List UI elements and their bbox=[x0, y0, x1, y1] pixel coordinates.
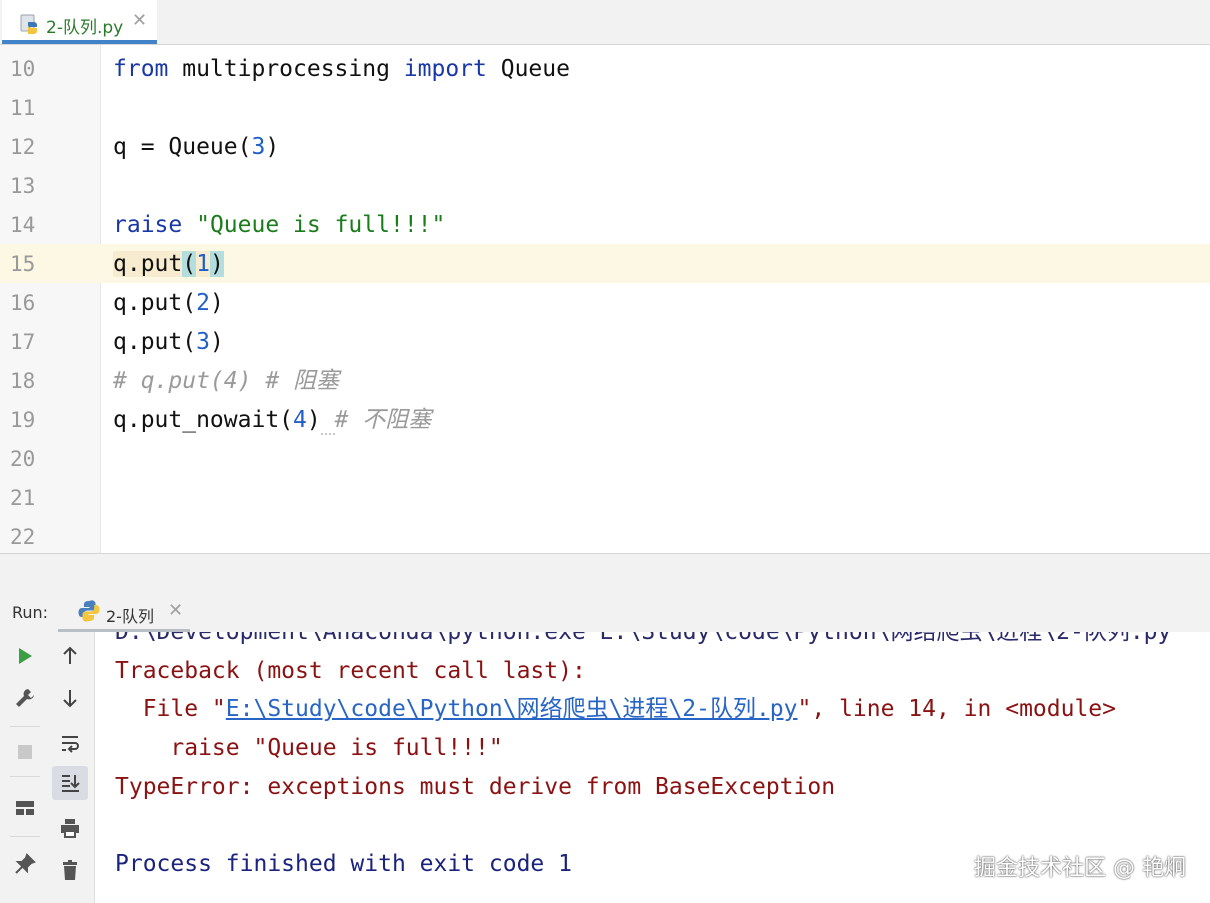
code-token: ) bbox=[265, 134, 280, 160]
layout-icon[interactable] bbox=[11, 794, 39, 822]
line-number: 17 bbox=[10, 330, 36, 354]
keyword: import bbox=[403, 56, 487, 82]
line-number: 16 bbox=[10, 291, 36, 315]
code-line: 18 # q.put(4) # 阻塞 bbox=[0, 361, 1210, 400]
matched-paren: ) bbox=[209, 251, 224, 277]
run-label: Run: bbox=[12, 603, 49, 622]
keyword: raise bbox=[113, 212, 183, 238]
code-token: ) bbox=[209, 329, 224, 355]
trash-icon[interactable] bbox=[56, 856, 84, 884]
wrench-icon[interactable] bbox=[11, 684, 39, 712]
code-text: q.put(2) bbox=[113, 290, 224, 316]
toolbar-divider bbox=[10, 726, 40, 727]
run-icon[interactable] bbox=[11, 642, 39, 670]
code-token: ) bbox=[306, 407, 321, 433]
down-arrow-icon[interactable] bbox=[56, 684, 84, 712]
matched-paren: ( bbox=[182, 251, 197, 277]
code-line: 22 bbox=[0, 517, 1210, 556]
code-line: 14 raise "Queue is full!!!" bbox=[0, 205, 1210, 244]
exit-status: Process finished with exit code 1 bbox=[115, 851, 572, 877]
python-file-icon bbox=[20, 14, 40, 38]
run-tool-window-header: Run: 2-队列 ✕ bbox=[0, 590, 1210, 632]
code-line: 17 q.put(3) bbox=[0, 322, 1210, 361]
run-tab-label: 2-队列 bbox=[106, 607, 154, 626]
editor-tab-bar: 2-队列.py ✕ bbox=[0, 0, 1210, 45]
code-line: 11 bbox=[0, 88, 1210, 127]
code-line: 19 q.put_nowait(4) # 不阻塞 bbox=[0, 400, 1210, 439]
module-name: multiprocessing bbox=[168, 56, 404, 82]
code-token: q.put bbox=[113, 251, 183, 277]
toolbar-divider bbox=[10, 836, 40, 837]
import-name: Queue bbox=[486, 56, 570, 82]
up-arrow-icon[interactable] bbox=[56, 642, 84, 670]
run-tab-2-queue[interactable]: 2-队列 ✕ bbox=[58, 590, 190, 632]
line-number: 13 bbox=[10, 174, 36, 198]
line-number: 18 bbox=[10, 369, 36, 393]
line-number: 19 bbox=[10, 408, 36, 432]
close-icon[interactable]: ✕ bbox=[132, 10, 147, 31]
number-literal: 4 bbox=[293, 407, 307, 433]
code-token: q.put( bbox=[113, 329, 197, 355]
code-token: q.put_nowait( bbox=[113, 407, 294, 433]
code-editor[interactable]: 10 from multiprocessing import Queue 11 … bbox=[0, 45, 1210, 553]
traceback-header: Traceback (most recent call last): bbox=[115, 658, 586, 684]
code-text: q.put(3) bbox=[113, 329, 224, 355]
number-literal: 3 bbox=[251, 134, 266, 160]
code-line: 12 q = Queue(3) bbox=[0, 127, 1210, 166]
tab-2-queue-py[interactable]: 2-队列.py ✕ bbox=[2, 0, 157, 44]
line-number: 20 bbox=[10, 447, 36, 471]
line-number: 14 bbox=[10, 213, 36, 237]
soft-wrap-icon[interactable] bbox=[56, 730, 84, 758]
code-token: q.put( bbox=[113, 290, 197, 316]
traceback-file-prefix: File " bbox=[115, 696, 226, 722]
code-text: from multiprocessing import Queue bbox=[113, 56, 570, 82]
toolbar-divider bbox=[10, 776, 40, 777]
line-number: 15 bbox=[10, 252, 36, 276]
line-number: 10 bbox=[10, 57, 36, 81]
comment: # q.put(4) # 阻塞 bbox=[113, 368, 340, 394]
weak-warning-marker bbox=[320, 407, 335, 435]
console-command-line: D:\Development\Anaconda\python.exe E:\St… bbox=[115, 632, 1172, 645]
code-token: ) bbox=[209, 290, 224, 316]
traceback-file-link[interactable]: E:\Study\code\Python\网络爬虫\进程\2-队列.py bbox=[226, 696, 798, 722]
code-text: raise "Queue is full!!!" bbox=[113, 212, 445, 238]
code-text: q.put_nowait(4) # 不阻塞 bbox=[113, 407, 432, 435]
run-toolbar bbox=[0, 632, 95, 903]
close-icon[interactable]: ✕ bbox=[168, 600, 183, 621]
error-message: TypeError: exceptions must derive from B… bbox=[115, 774, 836, 800]
current-line: 15 q.put(1) bbox=[0, 244, 1210, 283]
code-token: q = Queue( bbox=[113, 134, 252, 160]
number-literal: 2 bbox=[196, 290, 210, 316]
string-literal: "Queue is full!!!" bbox=[196, 212, 446, 238]
print-icon[interactable] bbox=[56, 814, 84, 842]
watermark: 掘金技术社区 @ 艳炯 bbox=[974, 856, 1186, 881]
line-number: 11 bbox=[10, 96, 36, 120]
traceback-source-line: raise "Queue is full!!!" bbox=[115, 735, 503, 761]
code-line: 16 q.put(2) bbox=[0, 283, 1210, 322]
panel-splitter[interactable] bbox=[0, 553, 1210, 591]
scroll-to-end-icon[interactable] bbox=[52, 766, 88, 800]
pin-icon[interactable] bbox=[11, 850, 39, 878]
code-line: 21 bbox=[0, 478, 1210, 517]
traceback-file-line: File "E:\Study\code\Python\网络爬虫\进程\2-队列.… bbox=[115, 695, 1116, 723]
code-text: q = Queue(3) bbox=[113, 134, 279, 160]
number-literal: 1 bbox=[196, 251, 210, 277]
code-line: 13 bbox=[0, 166, 1210, 205]
code-line: 10 from multiprocessing import Queue bbox=[0, 49, 1210, 88]
line-number: 21 bbox=[10, 486, 36, 510]
line-number: 22 bbox=[10, 525, 36, 549]
comment: # 不阻塞 bbox=[334, 407, 432, 433]
traceback-file-suffix: ", line 14, in <module> bbox=[797, 696, 1117, 722]
stop-icon[interactable] bbox=[11, 738, 39, 766]
code-line: 20 bbox=[0, 439, 1210, 478]
tab-label: 2-队列.py bbox=[46, 18, 124, 38]
python-icon bbox=[78, 600, 100, 626]
line-number: 12 bbox=[10, 135, 36, 159]
code-text: q.put(1) bbox=[113, 251, 224, 277]
keyword: from bbox=[113, 56, 169, 82]
number-literal: 3 bbox=[196, 329, 210, 355]
